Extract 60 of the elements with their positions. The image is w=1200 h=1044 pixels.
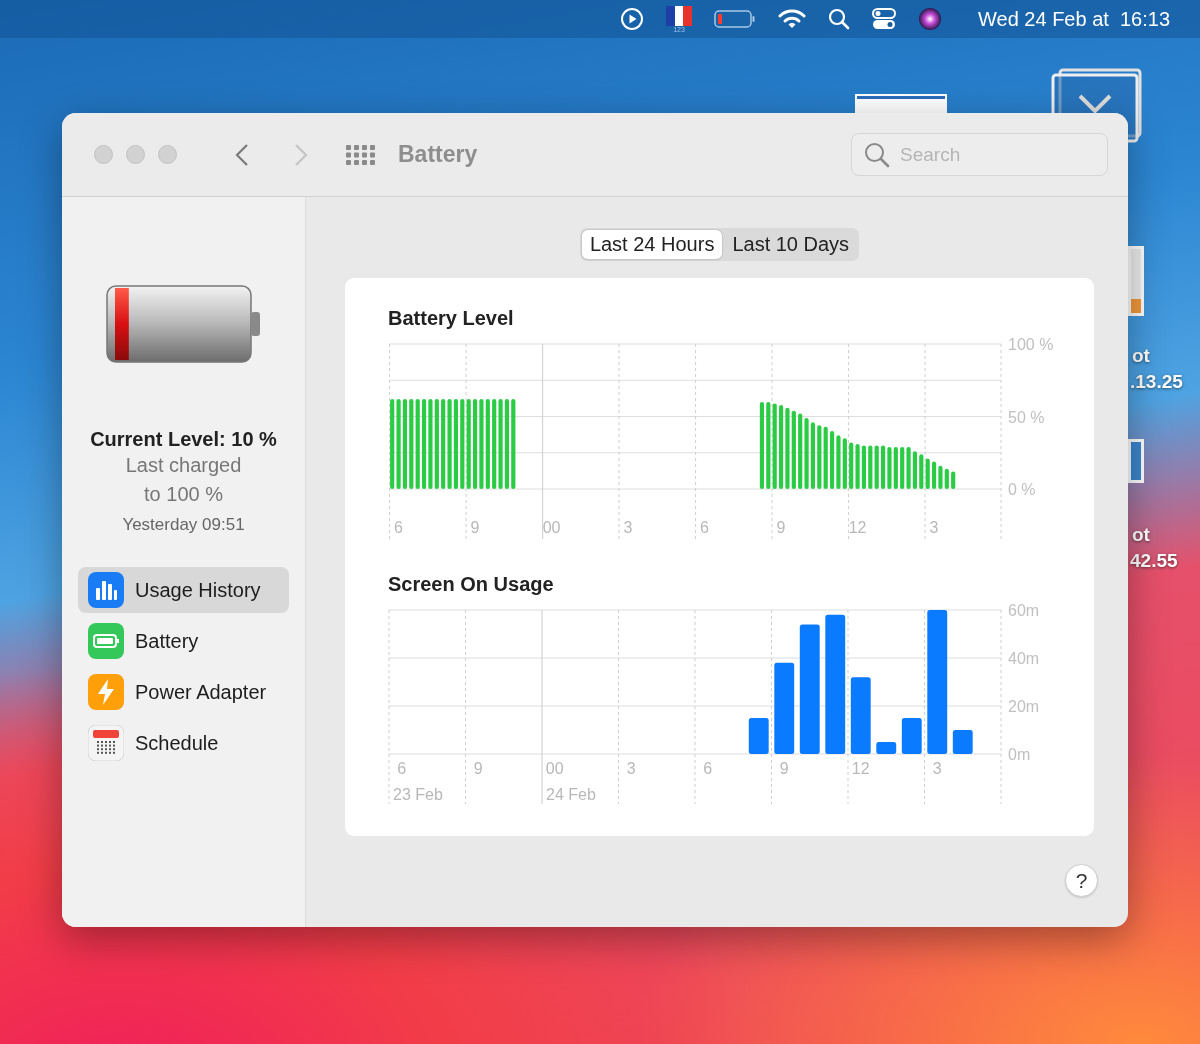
- screenshot-thumbnail[interactable]: [855, 94, 947, 116]
- segment-tab[interactable]: Last 10 Days: [724, 230, 858, 259]
- date-label: 24 Feb: [546, 786, 596, 803]
- lightning-icon: [88, 674, 124, 710]
- last-charged-text: to 100 %: [144, 482, 223, 507]
- grid-icon[interactable]: [346, 144, 376, 165]
- axis-label: 00: [545, 760, 564, 777]
- axis-label: 9: [473, 760, 483, 777]
- axis-label: 40m: [1008, 650, 1040, 667]
- axis-label: 3: [929, 519, 939, 536]
- file-label[interactable]: ot: [1132, 524, 1150, 546]
- sidebar-item[interactable]: Battery: [78, 618, 289, 664]
- segment-tab[interactable]: Last 24 Hours: [581, 230, 723, 259]
- help-button[interactable]: ?: [1065, 864, 1098, 897]
- play-icon[interactable]: [620, 7, 644, 31]
- axis-label: 3: [932, 760, 942, 777]
- siri-icon[interactable]: [918, 7, 942, 31]
- axis-label: 6: [397, 760, 407, 777]
- toggle-icon[interactable]: [872, 7, 896, 31]
- clock[interactable]: Wed 24 Feb at 16:13: [978, 7, 1170, 31]
- axis-label: 9: [470, 519, 480, 536]
- axis-label: 12: [848, 519, 867, 536]
- axis-label: 9: [779, 760, 789, 777]
- date-label: 23 Feb: [393, 786, 443, 803]
- sidebar-item[interactable]: Power Adapter: [78, 669, 289, 715]
- axis-label: 00: [542, 519, 561, 536]
- last-charged-text: Last charged: [125, 453, 242, 478]
- axis-label: 6: [703, 760, 713, 777]
- wifi-icon[interactable]: [778, 8, 806, 30]
- calendar-icon: [88, 725, 124, 761]
- screenshot-thumbnail[interactable]: [1128, 439, 1144, 483]
- axis-label: 6: [700, 519, 709, 536]
- axis-label: 100 %: [1008, 338, 1054, 353]
- chart-title: Screen On Usage: [388, 573, 555, 596]
- axis-label: 3: [626, 760, 636, 777]
- bar-chart-icon: [88, 572, 124, 608]
- axis-label: 20m: [1008, 698, 1040, 715]
- axis-label: 6: [394, 519, 403, 536]
- battery-icon: [88, 623, 124, 659]
- sidebar-item[interactable]: Usage History: [78, 567, 289, 613]
- axis-label: 60m: [1008, 604, 1040, 619]
- file-label[interactable]: 42.55: [1130, 550, 1178, 572]
- axis-label: 50 %: [1008, 408, 1045, 426]
- back-icon[interactable]: [235, 142, 249, 167]
- window-title: Battery: [398, 141, 478, 168]
- axis-label: 9: [776, 519, 786, 536]
- screenshot-thumbnail[interactable]: [1128, 246, 1144, 316]
- axis-label: 12: [851, 760, 870, 777]
- flag-icon[interactable]: [666, 5, 692, 26]
- sidebar-item[interactable]: Schedule: [78, 720, 289, 766]
- axis-label: 0 %: [1008, 481, 1036, 498]
- current-level: Current Level: 10 %: [90, 428, 277, 451]
- battery-icon[interactable]: [714, 9, 756, 29]
- search-icon[interactable]: [828, 8, 850, 30]
- axis-label: 3: [623, 519, 633, 536]
- last-charged-time: Yesterday 09:51: [122, 515, 245, 535]
- chart-title: Battery Level: [388, 307, 515, 330]
- search-field[interactable]: Search: [851, 133, 1108, 176]
- axis-label: 0m: [1008, 746, 1031, 763]
- battery-icon: [105, 284, 262, 364]
